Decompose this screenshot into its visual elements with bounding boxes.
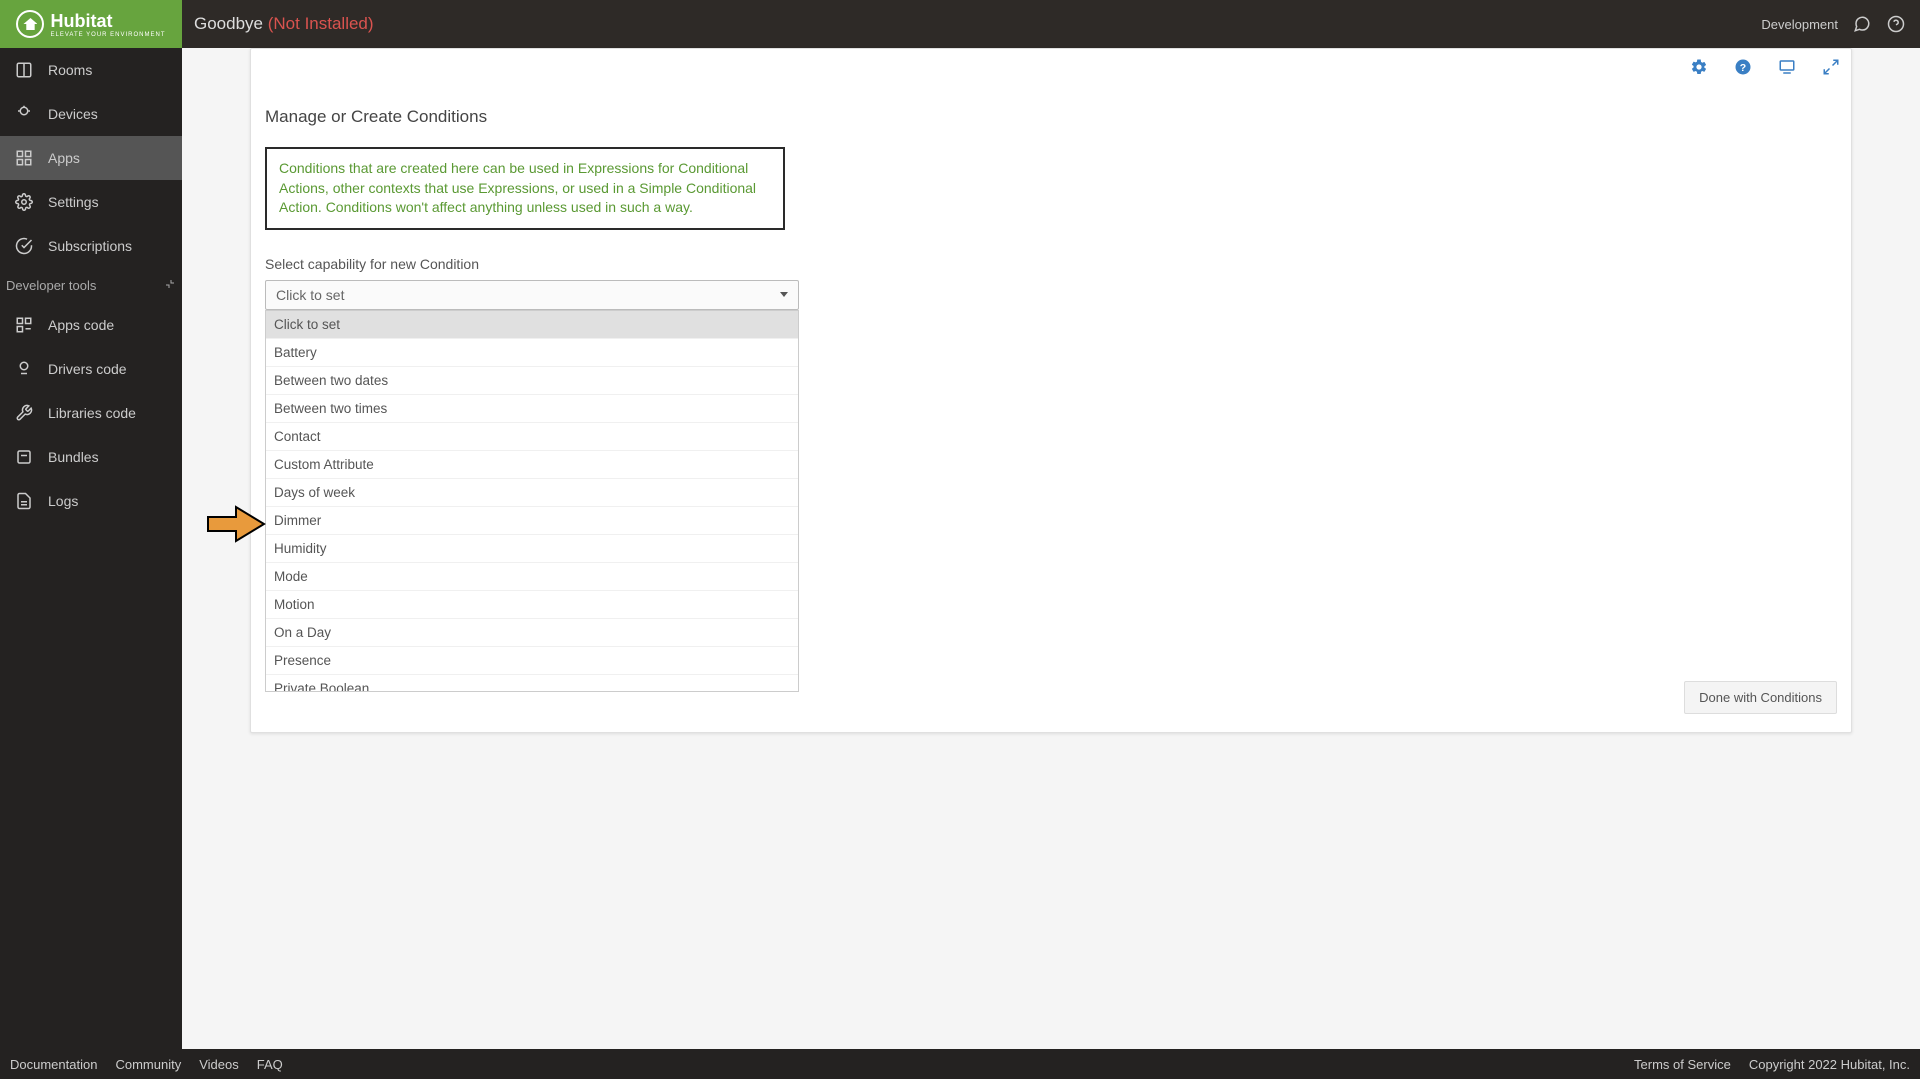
sidebar-item-label: Libraries code xyxy=(48,405,136,421)
logo[interactable]: Hubitat ELEVATE YOUR ENVIRONMENT xyxy=(0,0,182,48)
expand-icon[interactable] xyxy=(1821,57,1841,77)
card-actions: ? xyxy=(1689,57,1841,77)
sidebar: Rooms Devices Apps Settings Subscription… xyxy=(0,48,182,1049)
sidebar-item-label: Subscriptions xyxy=(48,238,132,254)
capability-select[interactable]: Click to set xyxy=(265,280,799,310)
sidebar-item-label: Logs xyxy=(48,493,78,509)
main-content: ? Manage or Create Conditions Conditions… xyxy=(182,48,1920,1049)
card: ? Manage or Create Conditions Conditions… xyxy=(250,48,1852,733)
select-label: Select capability for new Condition xyxy=(265,256,1837,272)
dropdown-option[interactable]: Presence xyxy=(266,647,798,675)
sidebar-item-label: Rooms xyxy=(48,62,92,78)
dropdown-option[interactable]: Days of week xyxy=(266,479,798,507)
sidebar-item-label: Apps code xyxy=(48,317,114,333)
gear-icon[interactable] xyxy=(1689,57,1709,77)
sidebar-item-apps-code[interactable]: Apps code xyxy=(0,303,182,347)
sidebar-item-logs[interactable]: Logs xyxy=(0,479,182,523)
sidebar-item-settings[interactable]: Settings xyxy=(0,180,182,224)
footer: Documentation Community Videos FAQ Terms… xyxy=(0,1049,1920,1079)
logo-tagline: ELEVATE YOUR ENVIRONMENT xyxy=(50,32,165,38)
dropdown-menu: Click to set Battery Between two dates B… xyxy=(265,310,799,692)
sidebar-item-label: Apps xyxy=(48,150,80,166)
check-icon xyxy=(14,236,34,256)
help-icon[interactable]: ? xyxy=(1733,57,1753,77)
bundle-icon xyxy=(14,447,34,467)
dev-tools-header[interactable]: Developer tools xyxy=(0,268,182,303)
rooms-icon xyxy=(14,60,34,80)
dev-label: Development xyxy=(1761,17,1838,32)
dropdown-option[interactable]: Click to set xyxy=(266,311,798,339)
footer-link-faq[interactable]: FAQ xyxy=(257,1057,283,1072)
dropdown-option[interactable]: Dimmer xyxy=(266,507,798,535)
dropdown-option[interactable]: On a Day xyxy=(266,619,798,647)
sidebar-item-label: Bundles xyxy=(48,449,99,465)
dropdown-option[interactable]: Between two times xyxy=(266,395,798,423)
monitor-icon[interactable] xyxy=(1777,57,1797,77)
svg-text:?: ? xyxy=(1740,62,1746,74)
caret-down-icon xyxy=(780,292,788,297)
select-value: Click to set xyxy=(276,287,344,303)
sidebar-item-libraries-code[interactable]: Libraries code xyxy=(0,391,182,435)
dropdown-option[interactable]: Custom Attribute xyxy=(266,451,798,479)
section-title: Manage or Create Conditions xyxy=(265,107,1837,127)
arrow-annotation xyxy=(206,505,266,543)
sidebar-item-bundles[interactable]: Bundles xyxy=(0,435,182,479)
sidebar-item-drivers-code[interactable]: Drivers code xyxy=(0,347,182,391)
sidebar-item-label: Devices xyxy=(48,106,98,122)
collapse-icon[interactable] xyxy=(164,278,176,293)
footer-link-terms[interactable]: Terms of Service xyxy=(1634,1057,1731,1072)
drivers-code-icon xyxy=(14,359,34,379)
sidebar-item-apps[interactable]: Apps xyxy=(0,136,182,180)
dropdown-option[interactable]: Between two dates xyxy=(266,367,798,395)
copyright: Copyright 2022 Hubitat, Inc. xyxy=(1749,1057,1910,1072)
logo-text: Hubitat xyxy=(50,11,165,32)
sidebar-item-devices[interactable]: Devices xyxy=(0,92,182,136)
sidebar-item-label: Drivers code xyxy=(48,361,127,377)
dropdown-option[interactable]: Motion xyxy=(266,591,798,619)
header-right: Development xyxy=(1761,14,1906,34)
sidebar-item-rooms[interactable]: Rooms xyxy=(0,48,182,92)
sidebar-item-label: Settings xyxy=(48,194,99,210)
chat-icon[interactable] xyxy=(1852,14,1872,34)
status-badge: (Not Installed) xyxy=(268,14,374,33)
dropdown-option[interactable]: Humidity xyxy=(266,535,798,563)
dropdown-option[interactable]: Contact xyxy=(266,423,798,451)
logo-icon xyxy=(16,10,44,38)
bulb-icon xyxy=(14,104,34,124)
page-title: Goodbye (Not Installed) xyxy=(194,14,374,34)
done-button[interactable]: Done with Conditions xyxy=(1684,681,1837,714)
sidebar-item-subscriptions[interactable]: Subscriptions xyxy=(0,224,182,268)
dropdown-option[interactable]: Mode xyxy=(266,563,798,591)
gear-icon xyxy=(14,192,34,212)
apps-icon xyxy=(14,148,34,168)
dropdown-option[interactable]: Private Boolean xyxy=(266,675,798,692)
tools-icon xyxy=(14,403,34,423)
header: Hubitat ELEVATE YOUR ENVIRONMENT Goodbye… xyxy=(0,0,1920,48)
footer-link-videos[interactable]: Videos xyxy=(199,1057,239,1072)
info-box: Conditions that are created here can be … xyxy=(265,147,785,230)
dropdown-option[interactable]: Battery xyxy=(266,339,798,367)
apps-code-icon xyxy=(14,315,34,335)
help-icon[interactable] xyxy=(1886,14,1906,34)
footer-link-documentation[interactable]: Documentation xyxy=(10,1057,97,1072)
logs-icon xyxy=(14,491,34,511)
footer-link-community[interactable]: Community xyxy=(115,1057,181,1072)
